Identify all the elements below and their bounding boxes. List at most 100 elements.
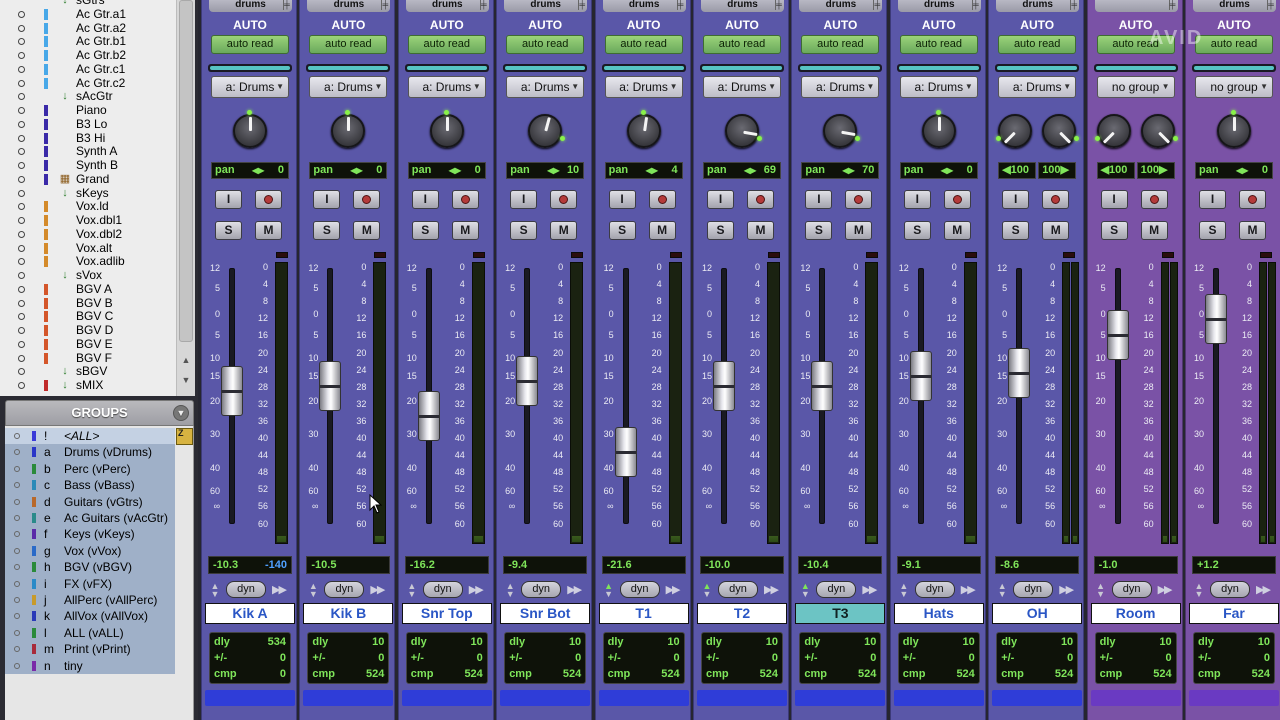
- input-monitor-button[interactable]: I: [707, 190, 734, 209]
- track-list-item[interactable]: B3 Hi: [0, 131, 176, 146]
- pan-display-left[interactable]: ◀100: [998, 162, 1037, 179]
- dyn-button[interactable]: dyn: [718, 581, 758, 598]
- volume-display[interactable]: -10.3 -140: [208, 556, 292, 574]
- track-list-item[interactable]: Vox.dbl1: [0, 213, 176, 228]
- input-monitor-button[interactable]: I: [1002, 190, 1030, 209]
- visibility-dot-icon[interactable]: [18, 327, 25, 334]
- track-list-item[interactable]: Ac Gtr.c2: [0, 76, 176, 91]
- volume-fader[interactable]: [811, 360, 834, 411]
- record-enable-button[interactable]: [747, 190, 774, 209]
- track-list-item[interactable]: Ac Gtr.b2: [0, 48, 176, 63]
- visibility-dot-icon[interactable]: [18, 38, 25, 46]
- automation-arrow-icon[interactable]: ▲ ▼: [1193, 582, 1205, 599]
- group-active-dot-icon[interactable]: [14, 580, 20, 587]
- volume-fader[interactable]: [909, 350, 932, 401]
- group-selector[interactable]: a: Drums ▼: [407, 76, 486, 98]
- solo-button[interactable]: S: [707, 221, 734, 240]
- track-list-item[interactable]: Piano: [0, 103, 176, 118]
- track-list-item[interactable]: BGV A: [0, 282, 176, 297]
- pan-display[interactable]: pan ◀▶ 4: [604, 162, 683, 179]
- group-item[interactable]: c Bass (vBass): [5, 477, 175, 494]
- automation-mode-button[interactable]: auto read: [998, 35, 1077, 54]
- track-list-item[interactable]: ↓ sBGV: [0, 365, 176, 379]
- mute-button[interactable]: M: [1042, 221, 1070, 240]
- track-list-item[interactable]: ↓ sAcGtr: [0, 90, 176, 104]
- automation-arrow-icon[interactable]: ▲ ▼: [1095, 582, 1107, 599]
- pin-icon[interactable]: ╪: [775, 0, 782, 10]
- solo-button[interactable]: S: [510, 221, 538, 240]
- group-active-dot-icon[interactable]: [14, 597, 20, 603]
- visibility-dot-icon[interactable]: [18, 230, 25, 238]
- group-item[interactable]: l ALL (vALL): [5, 624, 175, 642]
- pin-icon[interactable]: ╪: [676, 0, 684, 10]
- visibility-dot-icon[interactable]: [18, 272, 25, 279]
- pin-icon[interactable]: ╪: [873, 0, 880, 10]
- volume-display[interactable]: +1.2: [1192, 556, 1276, 574]
- volume-display[interactable]: -9.1: [896, 556, 981, 574]
- peak-indicator[interactable]: [1260, 252, 1272, 258]
- automation-arrow-icon[interactable]: ▲ ▼: [307, 582, 319, 599]
- group-selector[interactable]: a: Drums ▼: [703, 76, 781, 98]
- track-list-item[interactable]: Synth A: [0, 145, 176, 159]
- visibility-dot-icon[interactable]: [18, 52, 25, 59]
- automation-mode-button[interactable]: auto read: [407, 35, 486, 54]
- fast-forward-icon[interactable]: ▶▶: [1256, 583, 1271, 596]
- mute-button[interactable]: M: [943, 221, 971, 240]
- fast-forward-icon[interactable]: ▶▶: [272, 583, 287, 596]
- mute-button[interactable]: M: [1140, 221, 1168, 240]
- solo-button[interactable]: S: [1199, 221, 1226, 240]
- group-item[interactable]: d Guitars (vGtrs): [5, 493, 175, 510]
- group-active-dot-icon[interactable]: [14, 498, 20, 505]
- group-active-dot-icon[interactable]: [14, 564, 20, 571]
- fast-forward-icon[interactable]: ▶▶: [567, 583, 582, 596]
- input-monitor-button[interactable]: I: [903, 190, 931, 209]
- record-enable-button[interactable]: [648, 190, 676, 209]
- automation-arrow-icon[interactable]: ▲ ▼: [799, 582, 811, 599]
- solo-button[interactable]: S: [1100, 221, 1128, 240]
- group-selector[interactable]: a: Drums ▼: [998, 76, 1077, 98]
- pan-knob[interactable]: [233, 110, 267, 148]
- visibility-dot-icon[interactable]: [18, 217, 25, 224]
- volume-fader[interactable]: [1205, 294, 1227, 345]
- mute-button[interactable]: M: [845, 221, 873, 240]
- pan-display[interactable]: pan ◀▶ 69: [703, 162, 781, 179]
- output-selector[interactable]: drums ╪: [405, 0, 489, 12]
- group-selector[interactable]: a: Drums ▼: [899, 76, 978, 98]
- mute-button[interactable]: M: [1239, 221, 1266, 240]
- pan-display-left[interactable]: ◀100: [1096, 162, 1135, 179]
- track-name-button[interactable]: Snr Top: [401, 603, 492, 624]
- visibility-dot-icon[interactable]: [18, 189, 25, 197]
- visibility-dot-icon[interactable]: [18, 120, 25, 128]
- group-active-dot-icon[interactable]: [14, 629, 20, 636]
- pan-knob[interactable]: [331, 110, 366, 148]
- visibility-dot-icon[interactable]: [18, 79, 25, 87]
- track-list-item[interactable]: ↓ sVox: [0, 268, 176, 283]
- solo-button[interactable]: S: [805, 221, 833, 240]
- visibility-dot-icon[interactable]: [18, 340, 25, 348]
- mute-button[interactable]: M: [255, 221, 282, 240]
- peak-indicator[interactable]: [571, 252, 584, 258]
- track-name-button[interactable]: Kik A: [205, 603, 295, 624]
- group-selector[interactable]: a: Drums ▼: [604, 76, 683, 98]
- mute-button[interactable]: M: [353, 221, 381, 240]
- group-item[interactable]: b Perc (vPerc): [5, 460, 175, 478]
- peak-indicator[interactable]: [669, 252, 682, 258]
- group-item[interactable]: m Print (vPrint): [5, 641, 175, 658]
- group-item[interactable]: a Drums (vDrums): [5, 444, 175, 461]
- solo-button[interactable]: S: [215, 221, 242, 240]
- input-monitor-button[interactable]: I: [215, 190, 242, 209]
- output-selector[interactable]: drums ╪: [799, 0, 883, 12]
- group-selector[interactable]: no group ▼: [1096, 76, 1175, 98]
- visibility-dot-icon[interactable]: [18, 148, 25, 156]
- record-enable-button[interactable]: [255, 190, 282, 209]
- group-item[interactable]: k AllVox (vAllVox): [5, 608, 175, 625]
- group-selector[interactable]: a: Drums ▼: [309, 76, 388, 98]
- z-badge-icon[interactable]: Z: [176, 428, 193, 445]
- dyn-button[interactable]: dyn: [226, 581, 266, 598]
- group-item[interactable]: n tiny: [5, 657, 175, 674]
- track-list-item[interactable]: ▦ Grand: [0, 172, 176, 187]
- input-monitor-button[interactable]: I: [411, 190, 439, 209]
- pan-display[interactable]: pan ◀▶ 10: [506, 162, 585, 179]
- automation-mode-button[interactable]: auto read: [604, 35, 683, 54]
- volume-display[interactable]: -21.6: [601, 556, 686, 574]
